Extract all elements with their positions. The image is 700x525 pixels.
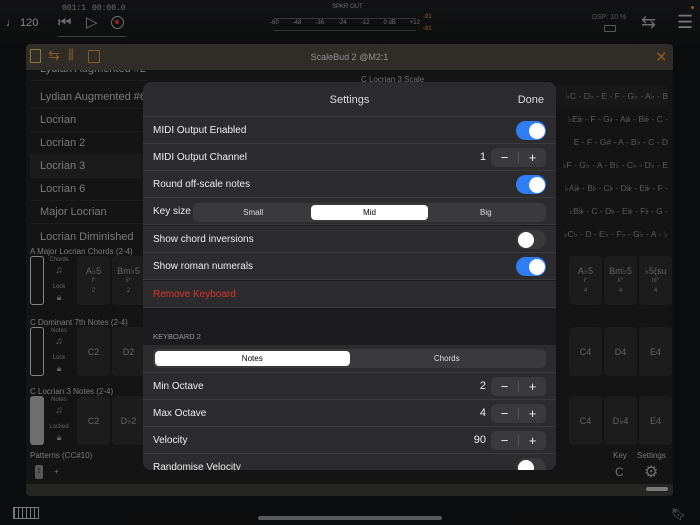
row-show-roman: Show roman numerals <box>143 253 556 280</box>
keyboard-section-header: KEYBOARD 2 <box>153 332 201 341</box>
increment-button[interactable]: + <box>519 404 546 423</box>
row-label: MIDI Output Channel <box>153 152 247 163</box>
row-label: Round off-scale notes <box>153 179 251 190</box>
decrement-button[interactable]: − <box>491 404 518 423</box>
increment-button[interactable]: + <box>519 377 546 396</box>
row-midi-output-enabled: MIDI Output Enabled <box>143 117 556 144</box>
velocity-value: 90 <box>473 434 486 446</box>
round-off-scale-toggle[interactable] <box>516 175 546 194</box>
row-label: MIDI Output Enabled <box>153 125 247 136</box>
row-randomise-velocity: Randomise Velocity <box>143 454 556 470</box>
row-label: Show roman numerals <box>153 261 254 272</box>
channel-stepper[interactable]: − + <box>491 148 546 167</box>
key-size-mid[interactable]: Mid <box>311 205 428 220</box>
row-max-octave: Max Octave 4− + <box>143 400 556 427</box>
key-size-small[interactable]: Small <box>195 205 311 220</box>
row-round-off-scale: Round off-scale notes <box>143 171 556 198</box>
min-octave-stepper[interactable]: − + <box>491 377 546 396</box>
decrement-button[interactable]: − <box>491 148 518 167</box>
show-roman-toggle[interactable] <box>516 257 546 276</box>
row-keyboard-mode: Notes Chords <box>143 345 556 373</box>
modal-header: Settings Done <box>143 82 556 117</box>
show-inversions-toggle[interactable] <box>516 230 546 249</box>
max-octave-stepper[interactable]: − + <box>491 404 546 423</box>
row-label: Randomise Velocity <box>153 462 241 470</box>
row-midi-output-channel: MIDI Output Channel 1− + <box>143 144 556 171</box>
mode-notes[interactable]: Notes <box>155 351 350 366</box>
min-octave-value: 2 <box>479 380 486 392</box>
key-size-big[interactable]: Big <box>428 205 544 220</box>
randomise-velocity-toggle[interactable] <box>516 458 546 470</box>
row-label: Max Octave <box>153 408 207 419</box>
row-label: Key size <box>153 206 191 217</box>
mode-chords[interactable]: Chords <box>350 351 545 366</box>
increment-button[interactable]: + <box>519 431 546 450</box>
row-label: Velocity <box>153 435 188 446</box>
row-velocity: Velocity 90− + <box>143 427 556 454</box>
row-show-inversions: Show chord inversions <box>143 226 556 253</box>
modal-title: Settings <box>329 94 370 106</box>
max-octave-value: 4 <box>479 407 486 419</box>
decrement-button[interactable]: − <box>491 377 518 396</box>
settings-modal: Settings Done MIDI Output Enabled MIDI O… <box>143 82 556 470</box>
keyboard-mode-segmented[interactable]: Notes Chords <box>153 349 546 368</box>
key-size-segmented[interactable]: Small Mid Big <box>193 203 546 222</box>
increment-button[interactable]: + <box>519 148 546 167</box>
velocity-stepper[interactable]: − + <box>491 431 546 450</box>
row-label: Show chord inversions <box>153 234 254 245</box>
channel-value: 1 <box>479 151 486 163</box>
decrement-button[interactable]: − <box>491 431 518 450</box>
row-key-size: Key size Small Mid Big <box>143 198 556 225</box>
done-button[interactable]: Done <box>518 94 544 106</box>
row-min-octave: Min Octave 2− + <box>143 373 556 400</box>
remove-keyboard-button[interactable]: Remove Keyboard <box>143 281 556 308</box>
row-label: Min Octave <box>153 381 204 392</box>
midi-output-toggle[interactable] <box>516 121 546 140</box>
